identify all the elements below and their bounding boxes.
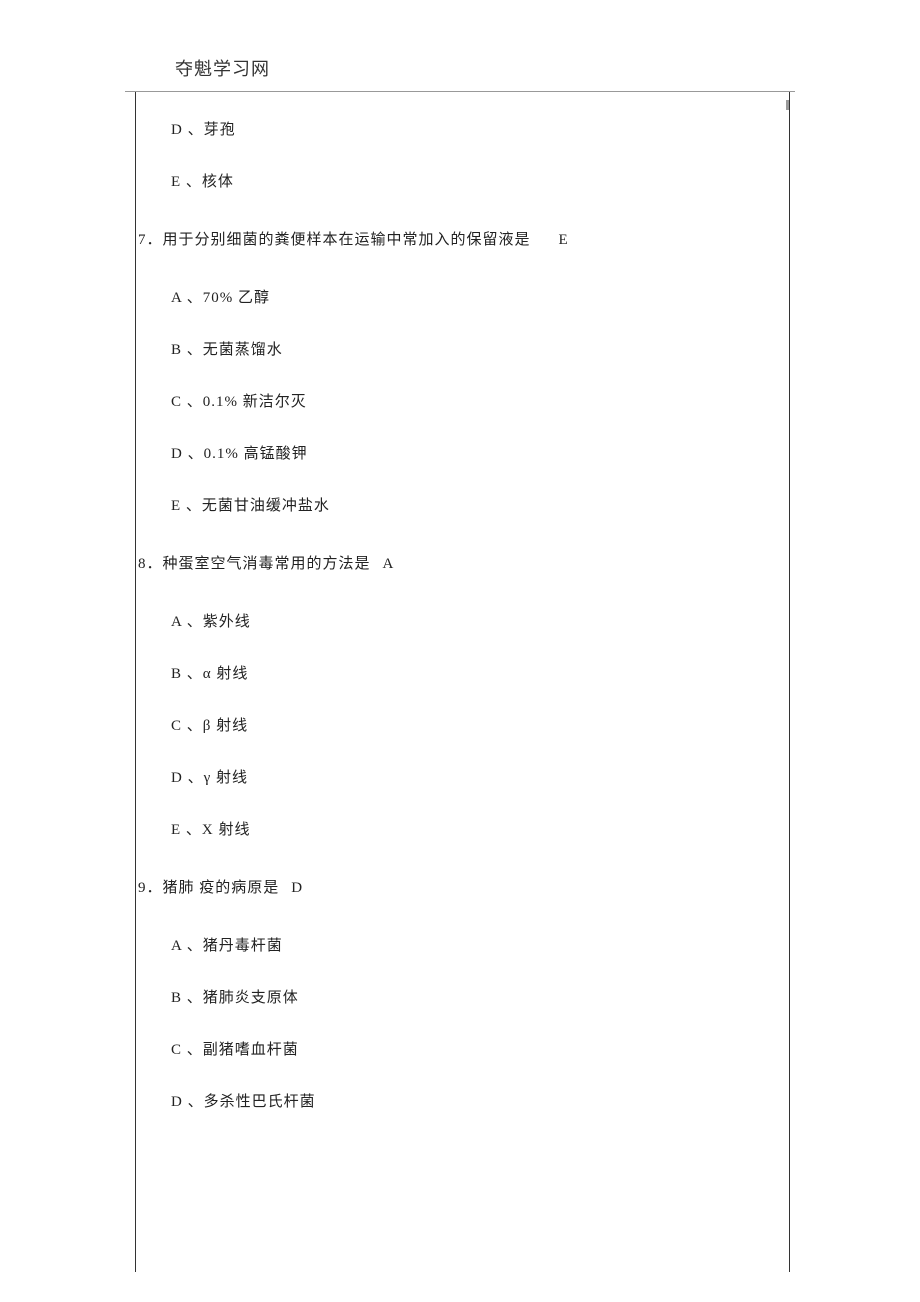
option-line: D 、γ 射线 xyxy=(136,752,789,804)
option-line: C 、副猪嗜血杆菌 xyxy=(136,1024,789,1076)
question-answer: A xyxy=(383,556,395,572)
question-answer: E xyxy=(559,232,569,248)
question-stem: 用于分别细菌的粪便样本在运输中常加入的保留液是 xyxy=(163,232,531,248)
option-line: C 、β 射线 xyxy=(136,700,789,752)
header-faint-text xyxy=(0,0,920,20)
question-stem: 猪肺 疫的病原是 xyxy=(163,880,280,896)
option-line: A 、紫外线 xyxy=(136,596,789,648)
option-line: B 、猪肺炎支原体 xyxy=(136,972,789,1024)
option-line: A 、猪丹毒杆菌 xyxy=(136,920,789,972)
site-title: 夺魁学习网 xyxy=(0,20,920,91)
option-line: E 、X 射线 xyxy=(136,804,789,856)
option-line: B 、无菌蒸馏水 xyxy=(136,324,789,376)
option-line: E 、无菌甘油缓冲盐水 xyxy=(136,480,789,532)
question-stem: 种蛋室空气消毒常用的方法是 xyxy=(163,556,371,572)
side-tab-marker xyxy=(786,100,789,110)
content-inner: D 、芽孢 E 、核体 7．用于分别细菌的粪便样本在运输中常加入的保留液是 E A… xyxy=(136,92,789,1128)
option-line: C 、0.1% 新洁尔灭 xyxy=(136,376,789,428)
question-line: 8．种蛋室空气消毒常用的方法是 A xyxy=(136,532,789,596)
question-number: 8． xyxy=(138,556,163,572)
question-answer: D xyxy=(291,880,303,896)
question-line: 9．猪肺 疫的病原是 D xyxy=(136,856,789,920)
content-box: D 、芽孢 E 、核体 7．用于分别细菌的粪便样本在运输中常加入的保留液是 E A… xyxy=(135,92,790,1272)
option-line: A 、70% 乙醇 xyxy=(136,272,789,324)
option-line: D 、多杀性巴氏杆菌 xyxy=(136,1076,789,1128)
question-number: 7． xyxy=(138,232,163,248)
question-line: 7．用于分别细菌的粪便样本在运输中常加入的保留液是 E xyxy=(136,208,789,272)
question-number: 9． xyxy=(138,880,163,896)
option-line: B 、α 射线 xyxy=(136,648,789,700)
option-line: E 、核体 xyxy=(136,156,789,208)
option-line: D 、0.1% 高锰酸钾 xyxy=(136,428,789,480)
option-line: D 、芽孢 xyxy=(136,104,789,156)
